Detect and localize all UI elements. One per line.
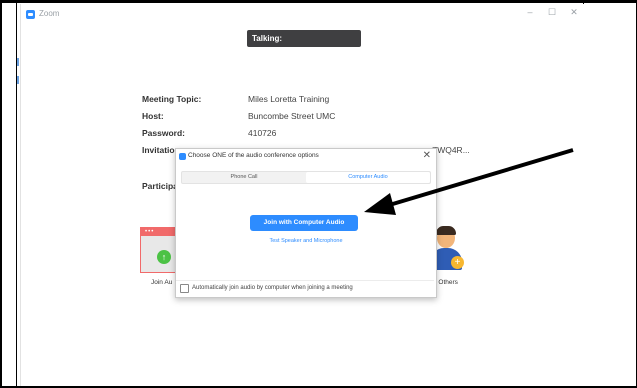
page-frame [0, 0, 637, 388]
